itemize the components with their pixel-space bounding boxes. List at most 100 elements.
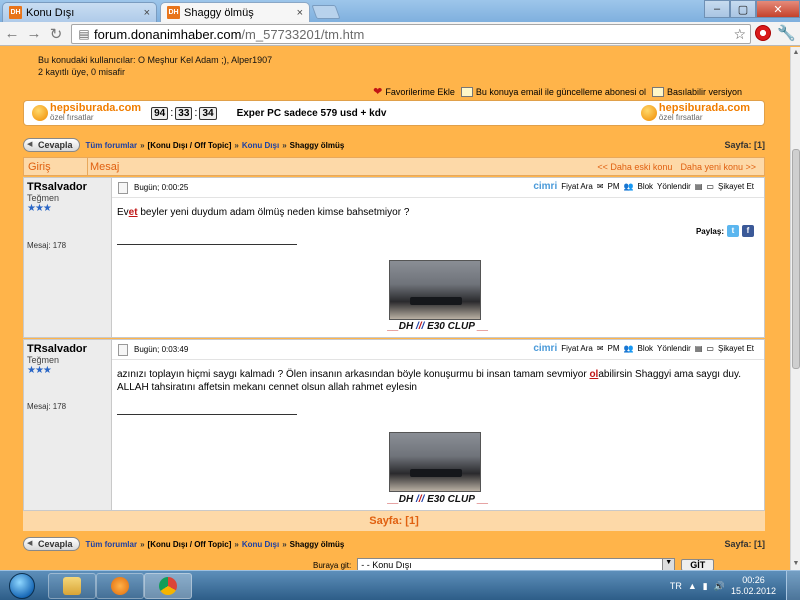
printer-icon — [651, 86, 664, 97]
close-tab-icon[interactable]: × — [297, 7, 303, 19]
back-icon[interactable]: ← — [2, 24, 22, 44]
forum-jump-select[interactable]: - - Konu Dışı ▼ — [357, 558, 676, 570]
goto-label: Buraya git: — [313, 560, 352, 570]
sig-e30: E30 CLUP — [424, 321, 478, 332]
pagination-bar[interactable]: Sayfa: [1] — [23, 511, 765, 531]
minimize-button[interactable]: – — [704, 0, 730, 18]
complain-link[interactable]: Şikayet Et — [718, 182, 754, 191]
cimri-icon: cimri — [533, 343, 558, 354]
system-tray: TR ▲ ▮ 🔊 00:26 15.02.2012 — [670, 571, 800, 600]
show-desktop-button[interactable] — [786, 571, 800, 600]
quote-icon[interactable]: ▤ — [695, 344, 703, 353]
reply-button[interactable]: Cevapla — [23, 537, 80, 551]
share-label: Paylaş: — [695, 226, 724, 236]
older-topic-link[interactable]: << Daha eski konu — [597, 162, 672, 172]
signature-divider — [117, 244, 297, 245]
post-doc-icon — [118, 343, 128, 356]
close-tab-icon[interactable]: × — [144, 7, 150, 19]
folder-icon[interactable]: ▭ — [706, 344, 714, 353]
breadcrumb-category[interactable]: [Konu Dışı / Off Topic] — [148, 141, 232, 150]
goto-button[interactable]: GİT — [681, 559, 715, 570]
user-icon[interactable]: 👥 — [624, 182, 634, 191]
signature-text: __DH /// E30 CLUP __ — [112, 494, 764, 505]
extension-icon[interactable] — [755, 25, 772, 41]
chevron-down-icon[interactable]: ▼ — [662, 559, 675, 570]
bookmark-star-icon[interactable]: ☆ — [733, 26, 746, 43]
scroll-down-icon[interactable]: ▼ — [792, 560, 800, 568]
rank-stars-icon: ★★★ — [27, 203, 52, 214]
post-tools: cimri Fiyat Ara ✉ PM 👥 Blok Yönlendir ▤ … — [533, 181, 754, 192]
pages-value[interactable]: [1] — [754, 140, 765, 150]
ad-banner[interactable]: hepsiburada.com özel fırsatlar 94: 33: 34… — [23, 100, 765, 126]
email-icon[interactable]: ✉ — [597, 182, 604, 191]
folder-icon — [63, 577, 81, 595]
tab-konu-disi[interactable]: DH Konu Dışı × — [2, 2, 157, 22]
pages-value[interactable]: [1] — [754, 539, 765, 549]
post-text-highlight[interactable]: et — [129, 207, 138, 218]
new-tab-button[interactable] — [311, 5, 341, 19]
reload-icon[interactable]: ↻ — [46, 24, 66, 44]
redirect-link[interactable]: Yönlendir — [657, 182, 691, 191]
close-window-button[interactable]: ✕ — [756, 0, 800, 18]
post: TRsalvador Teğmen ★★★ Mesaj: 178 Bugün; … — [23, 177, 765, 338]
tab-shaggy-olmus[interactable]: DH Shaggy ölmüş × — [160, 2, 310, 22]
post-content: Bugün; 0:00:25 cimri Fiyat Ara ✉ PM 👥 Bl… — [112, 178, 764, 337]
breadcrumb-subforum[interactable]: Konu Dışı — [242, 141, 279, 150]
pm-link[interactable]: PM — [608, 344, 620, 353]
breadcrumb-subforum[interactable]: Konu Dışı — [242, 540, 279, 549]
breadcrumb-topic: Shaggy ölmüş — [289, 539, 345, 549]
subscribe-link[interactable]: Bu konuya email ile güncelleme abonesi o… — [460, 86, 646, 97]
folder-icon[interactable]: ▭ — [706, 182, 714, 191]
clock-date: 15.02.2012 — [730, 586, 776, 596]
pages-label: Sayfa: — [724, 140, 752, 150]
user-icon[interactable]: 👥 — [624, 344, 634, 353]
breadcrumb-all-forums[interactable]: Tüm forumlar — [86, 141, 138, 150]
price-search-link[interactable]: Fiyat Ara — [561, 182, 593, 191]
page-scrollbar[interactable]: ▲ ▼ — [790, 47, 800, 570]
scroll-up-icon[interactable]: ▲ — [792, 49, 800, 57]
volume-icon[interactable]: 🔊 — [714, 581, 725, 592]
sig-tail: __ — [477, 494, 489, 505]
quote-icon[interactable]: ▤ — [695, 182, 703, 191]
start-button[interactable] — [2, 572, 42, 600]
author-name[interactable]: TRsalvador — [27, 181, 108, 193]
add-favorite-link[interactable]: ❤ Favorilerime Ekle — [373, 85, 455, 98]
block-link[interactable]: Blok — [637, 344, 653, 353]
language-indicator[interactable]: TR — [670, 581, 682, 591]
scroll-thumb[interactable] — [792, 149, 800, 369]
author-name[interactable]: TRsalvador — [27, 343, 108, 355]
logo-ball-icon — [640, 105, 657, 121]
newer-topic-link[interactable]: Daha yeni konu >> — [680, 162, 756, 172]
complain-link[interactable]: Şikayet Et — [718, 344, 754, 353]
breadcrumb-category[interactable]: [Konu Dışı / Off Topic] — [148, 540, 232, 549]
pm-link[interactable]: PM — [608, 182, 620, 191]
post-doc-icon — [118, 181, 128, 194]
price-search-link[interactable]: Fiyat Ara — [561, 344, 593, 353]
breadcrumb: Cevapla Tüm forumlar» [Konu Dışı / Off T… — [23, 138, 765, 152]
taskbar-explorer[interactable] — [48, 573, 96, 599]
maximize-button[interactable]: ▢ — [730, 0, 756, 18]
reply-button[interactable]: Cevapla — [23, 138, 80, 152]
active-users: Bu konudaki kullanıcılar: O Meşhur Kel A… — [38, 54, 272, 78]
email-icon[interactable]: ✉ — [597, 344, 604, 353]
sig-dh: DH — [398, 494, 416, 505]
address-bar[interactable]: ▤ forum.donanimhaber.com/m_57733201/tm.h… — [71, 24, 751, 44]
forward-icon[interactable]: → — [24, 24, 44, 44]
twitter-icon[interactable]: t — [727, 225, 739, 237]
breadcrumb-all-forums[interactable]: Tüm forumlar — [86, 540, 138, 549]
post-text-highlight[interactable]: ol — [589, 369, 598, 380]
block-link[interactable]: Blok — [637, 182, 653, 191]
tray-expand-icon[interactable]: ▲ — [688, 581, 697, 591]
facebook-icon[interactable]: f — [742, 225, 754, 237]
author-rank: Teğmen — [27, 193, 60, 203]
col-login[interactable]: Giriş — [24, 158, 88, 175]
taskbar-clock[interactable]: 00:26 15.02.2012 — [731, 575, 776, 597]
print-link[interactable]: Basılabilir versiyon — [651, 86, 742, 97]
wrench-menu-icon[interactable]: 🔧 — [777, 24, 796, 42]
network-icon[interactable]: ▮ — [703, 581, 708, 592]
signature-car-image — [389, 260, 481, 320]
taskbar-media-player[interactable] — [96, 573, 144, 599]
redirect-link[interactable]: Yönlendir — [657, 344, 691, 353]
taskbar-chrome[interactable] — [144, 573, 192, 599]
page-indicator: Sayfa: [1] — [724, 140, 765, 150]
